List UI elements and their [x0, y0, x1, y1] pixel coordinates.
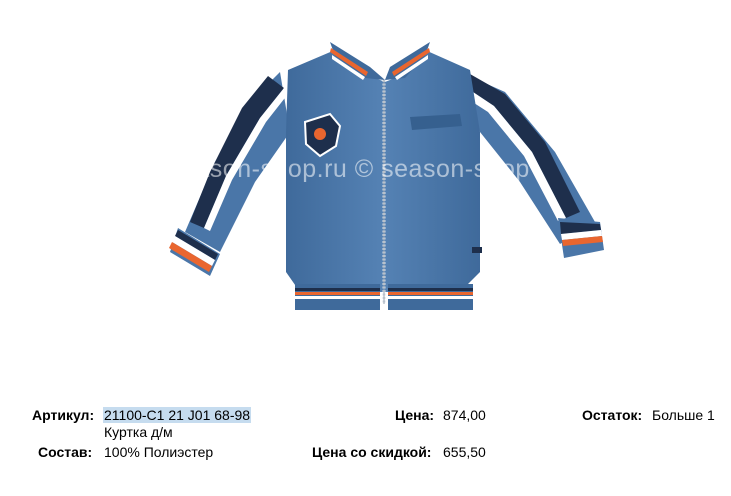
- stock-label: Остаток:: [582, 407, 643, 423]
- discount-price-value: 655,50: [443, 444, 486, 460]
- article-label: Артикул:: [32, 407, 95, 423]
- watermark: season-shop.ru © season-shop: [168, 155, 530, 183]
- composition-label: Состав:: [38, 444, 93, 460]
- discount-price-label: Цена со скидкой:: [312, 444, 432, 460]
- price-label: Цена:: [395, 407, 435, 423]
- price-value: 874,00: [443, 407, 486, 423]
- composition-value: 100% Полиэстер: [104, 444, 214, 460]
- stock-value: Больше 1: [652, 407, 715, 423]
- article-value: 21100-C1 21 J01 68-98: [103, 407, 252, 423]
- product-name: Куртка д/м: [104, 424, 173, 440]
- product-info: Артикул: 21100-C1 21 J01 68-98 Куртка д/…: [0, 400, 731, 470]
